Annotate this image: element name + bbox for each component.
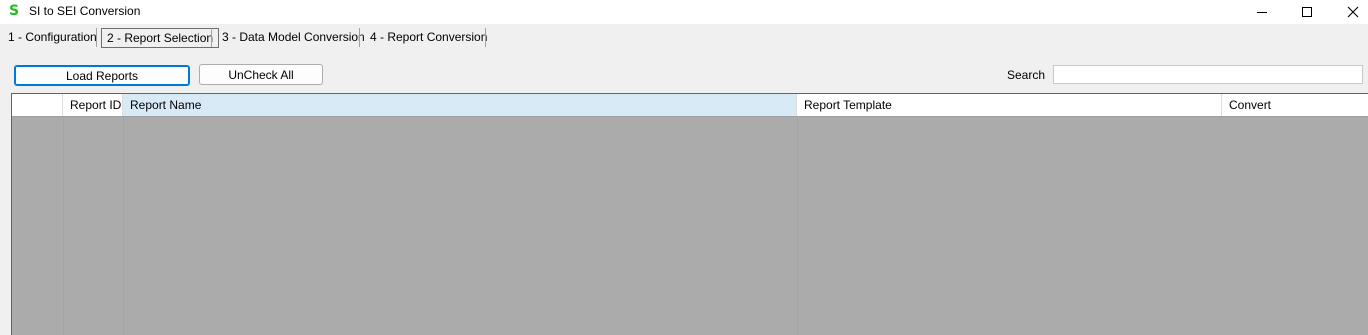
column-divider [123,117,124,335]
reports-grid[interactable]: Report ID Report Name Report Template Co… [11,93,1368,335]
row-header-column[interactable] [12,94,63,116]
column-divider [797,117,798,335]
column-header-convert[interactable]: Convert [1222,94,1368,116]
close-button[interactable] [1330,0,1368,24]
minimize-button[interactable] [1239,0,1285,24]
window-title: SI to SEI Conversion [29,4,141,18]
tab-strip: 1 - Configuration 2 - Report Selection 3… [0,27,1368,49]
app-logo-icon: S [9,3,20,19]
tab-configuration[interactable]: 1 - Configuration [2,27,103,48]
column-header-report-name[interactable]: Report Name [123,94,797,116]
tab-divider [211,28,212,47]
load-reports-button[interactable]: Load Reports [14,65,190,86]
maximize-icon [1302,7,1312,17]
column-header-report-template[interactable]: Report Template [797,94,1222,116]
uncheck-all-button[interactable]: UnCheck All [199,64,323,85]
tab-divider [359,28,360,47]
search-input[interactable] [1053,65,1363,84]
tab-report-selection[interactable]: 2 - Report Selection [101,28,220,48]
tab-data-model-conversion[interactable]: 3 - Data Model Conversion [216,27,371,48]
grid-header: Report ID Report Name Report Template Co… [12,94,1368,117]
title-bar: S SI to SEI Conversion [0,0,1368,24]
close-icon [1347,6,1359,18]
maximize-button[interactable] [1284,0,1330,24]
tab-report-conversion[interactable]: 4 - Report Conversion [364,27,493,48]
tab-divider [96,28,97,47]
minimize-icon [1257,11,1267,13]
tab-divider [485,28,486,47]
column-divider [63,117,64,335]
search-label: Search [1007,68,1046,82]
column-header-report-id[interactable]: Report ID [63,94,123,116]
